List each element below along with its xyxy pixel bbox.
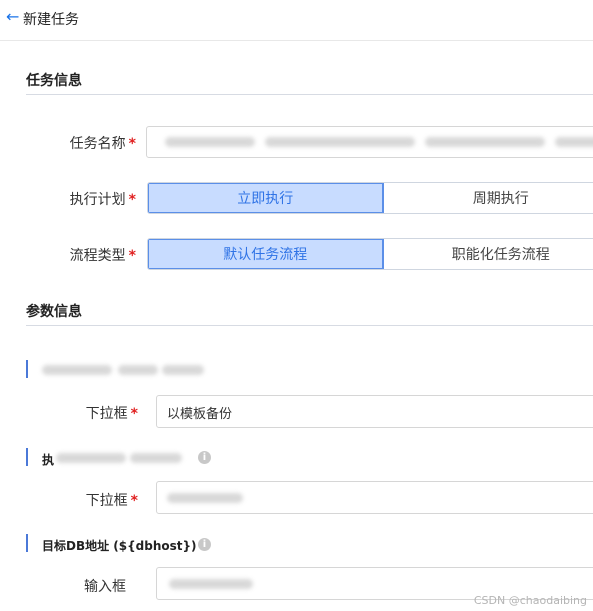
flow-type-label: 流程类型 * xyxy=(26,245,136,265)
flow-option-default[interactable]: 默认任务流程 xyxy=(148,239,384,269)
blurred-param-title xyxy=(118,365,158,375)
flow-type-label-text: 流程类型 xyxy=(69,248,126,264)
schedule-label-text: 执行计划 xyxy=(69,192,126,208)
blurred-param-title xyxy=(130,453,182,463)
task-name-label: 任务名称 * xyxy=(26,133,136,153)
param3-title: 目标DB地址 (${dbhost}) xyxy=(42,539,197,553)
task-name-label-text: 任务名称 xyxy=(69,136,126,152)
blurred-text xyxy=(265,137,415,147)
info-icon[interactable]: i xyxy=(198,538,211,551)
section-divider xyxy=(26,325,593,326)
section-divider xyxy=(26,94,593,95)
back-arrow-icon[interactable]: ← xyxy=(6,9,19,25)
schedule-option-periodic[interactable]: 周期执行 xyxy=(383,183,593,213)
section-task-info-title: 任务信息 xyxy=(26,73,82,89)
blurred-param-title xyxy=(162,365,204,375)
task-name-input[interactable] xyxy=(146,126,593,158)
param3-control-label: 输入框 xyxy=(84,579,126,595)
param1-dropdown-value: 以模板备份 xyxy=(167,407,233,422)
required-mark: * xyxy=(130,493,138,509)
blurred-text xyxy=(165,137,255,147)
schedule-segmented-control: 立即执行 周期执行 xyxy=(147,182,593,214)
blurred-text xyxy=(555,137,593,147)
param2-control-label: 下拉框 * xyxy=(26,490,138,510)
blurred-text xyxy=(425,137,545,147)
param2-control-label-text: 下拉框 xyxy=(85,493,128,509)
param-accent-bar xyxy=(26,534,28,552)
param2-title-prefix: 执 xyxy=(42,453,55,467)
required-mark: * xyxy=(128,248,136,264)
top-bar: ← 新建任务 xyxy=(0,0,593,41)
param-accent-bar xyxy=(26,448,28,466)
param1-control-label-text: 下拉框 xyxy=(85,406,128,422)
watermark: CSDN @chaodaibing xyxy=(473,594,587,607)
section-param-info-title: 参数信息 xyxy=(26,304,82,320)
blurred-value xyxy=(167,493,243,503)
info-icon[interactable]: i xyxy=(198,451,211,464)
flow-type-segmented-control: 默认任务流程 职能化任务流程 xyxy=(147,238,593,270)
blurred-param-title xyxy=(42,365,112,375)
required-mark: * xyxy=(128,192,136,208)
blurred-value xyxy=(169,579,253,589)
param1-dropdown[interactable]: 以模板备份 xyxy=(156,395,593,428)
required-mark: * xyxy=(128,136,136,152)
required-mark: * xyxy=(130,406,138,422)
param1-control-label: 下拉框 * xyxy=(26,403,138,423)
flow-option-functional[interactable]: 职能化任务流程 xyxy=(383,239,593,269)
param2-dropdown[interactable] xyxy=(156,481,593,514)
param-accent-bar xyxy=(26,360,28,378)
schedule-option-immediate[interactable]: 立即执行 xyxy=(148,183,384,213)
blurred-param-title xyxy=(56,453,126,463)
schedule-label: 执行计划 * xyxy=(26,189,136,209)
page-title: 新建任务 xyxy=(23,12,79,28)
